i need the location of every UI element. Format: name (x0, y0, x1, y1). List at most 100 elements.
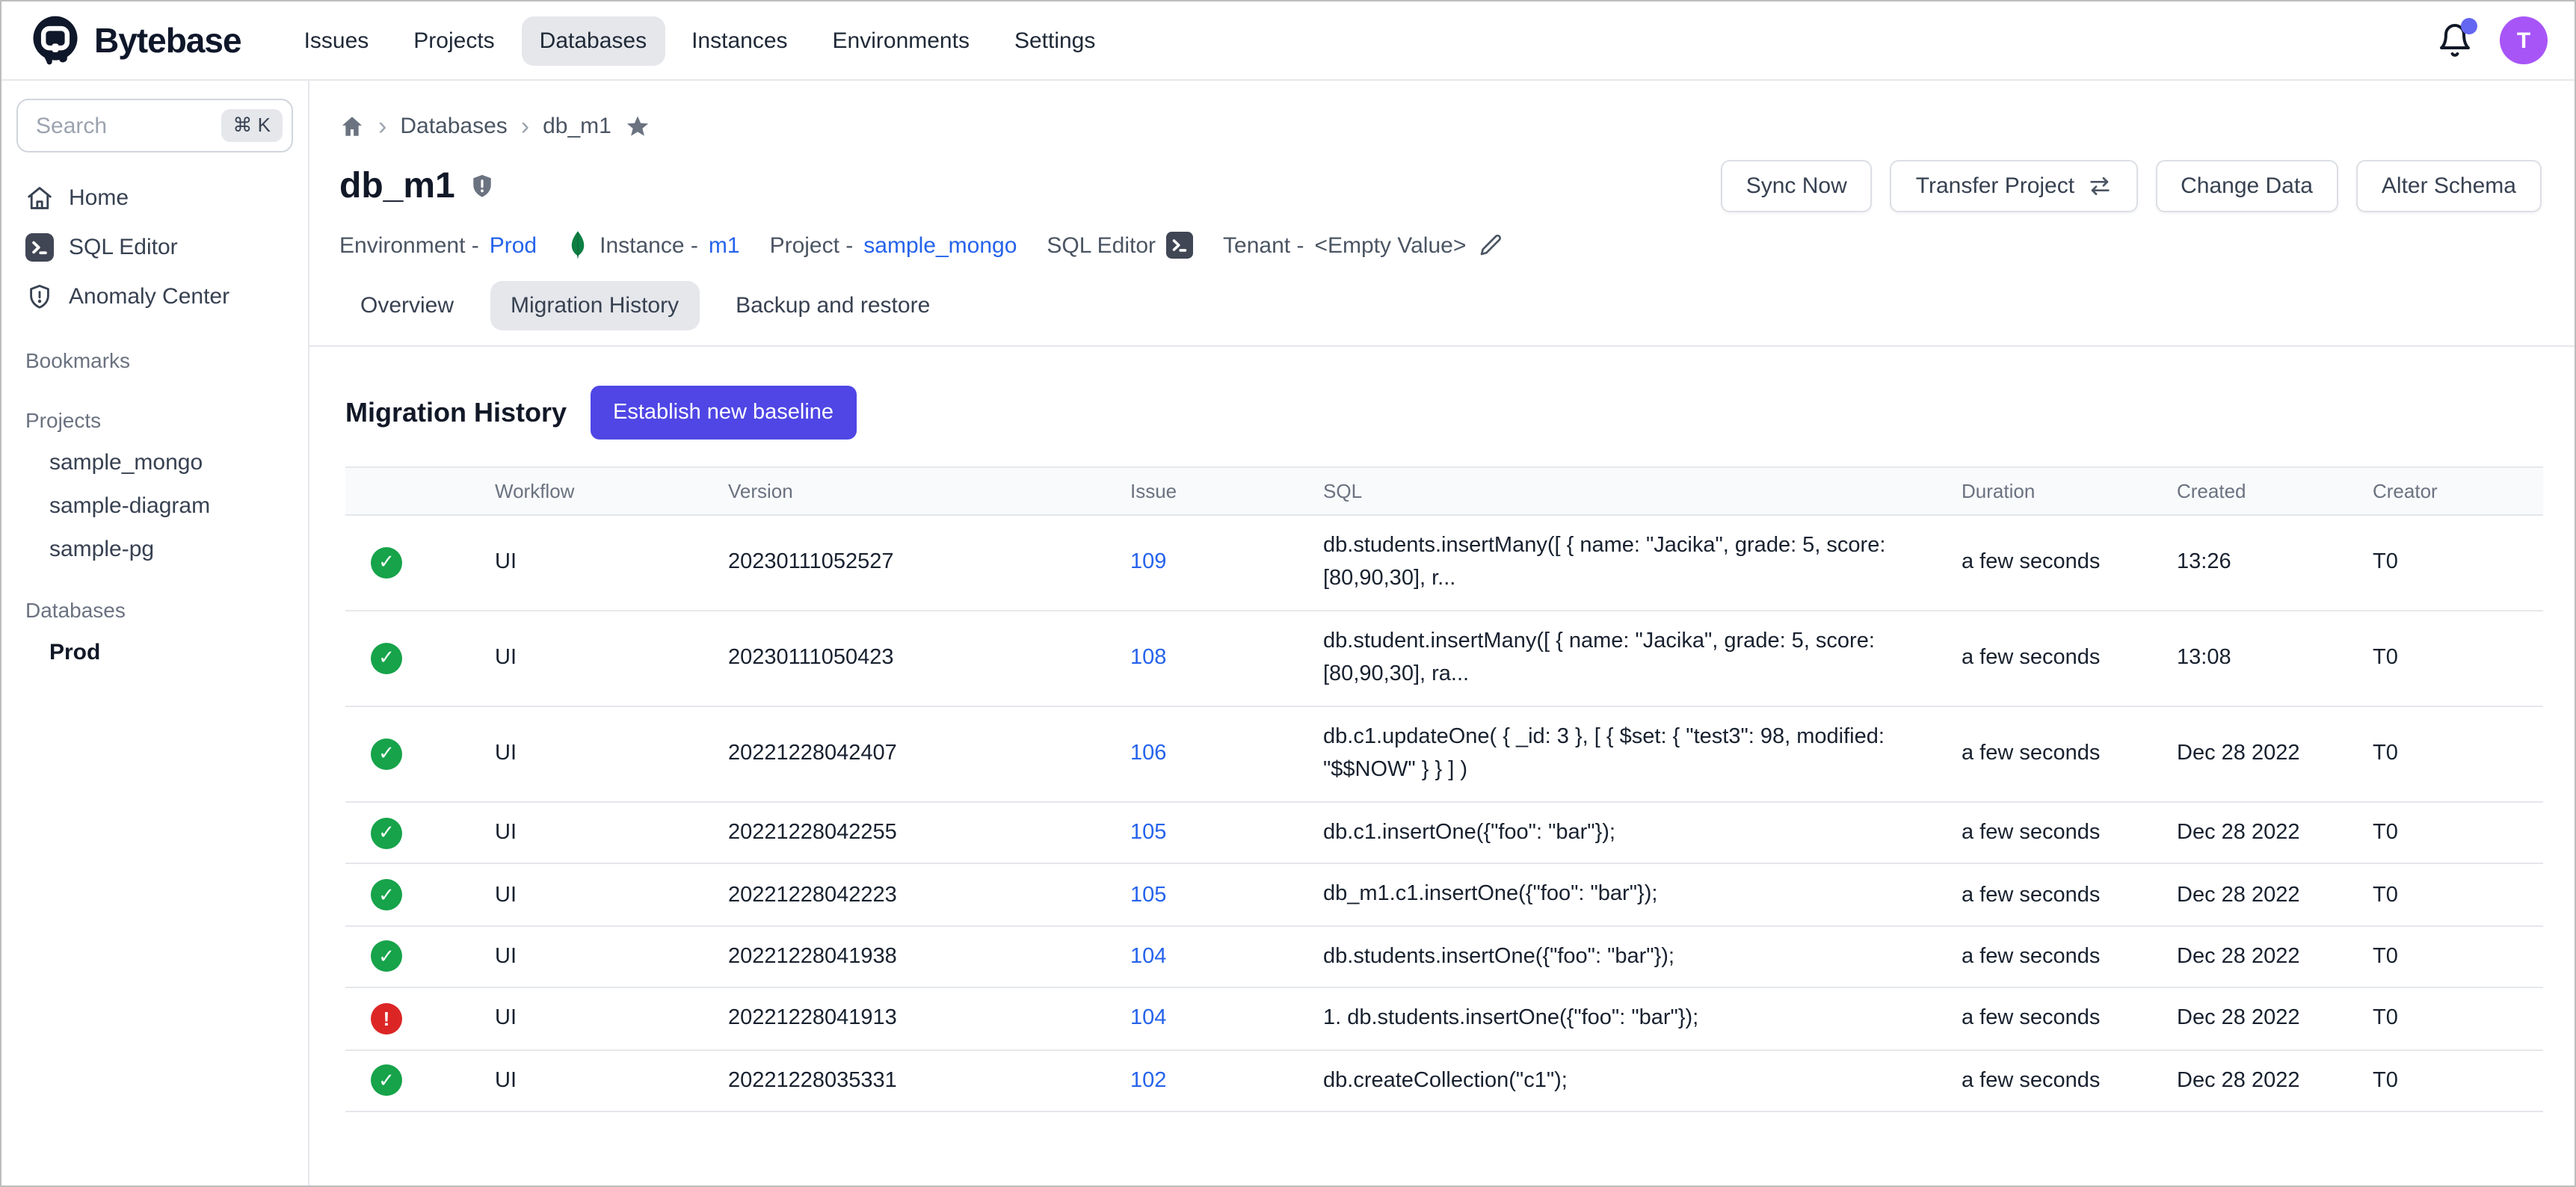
top-nav-menu: Issues Projects Databases Instances Envi… (286, 16, 1114, 65)
transfer-arrows-icon (2086, 173, 2112, 199)
issue-link[interactable]: 104 (1130, 1007, 1166, 1031)
search-box[interactable]: ⌘ K (16, 99, 293, 152)
sql-cell: db_m1.c1.insertOne({"foo": "bar"}); (1308, 864, 1947, 926)
bookmark-star-icon[interactable] (625, 114, 650, 139)
meta-project: Project - sample_mongo (770, 232, 1017, 258)
tenant-value: <Empty Value> (1314, 232, 1466, 258)
success-icon: ✓ (371, 739, 402, 770)
workflow-cell: UI (480, 802, 713, 864)
migration-history-table: WorkflowVersionIssueSQLDurationCreatedCr… (345, 466, 2542, 1112)
top-nav-item[interactable]: Issues (286, 16, 387, 65)
meta-environment: Environment - Prod (339, 232, 537, 258)
duration-cell: a few seconds (1947, 926, 2162, 988)
environment-link[interactable]: Prod (490, 232, 537, 258)
meta-sql-editor[interactable]: SQL Editor (1047, 232, 1193, 259)
establish-baseline-button[interactable]: Establish new baseline (591, 386, 856, 440)
issue-link[interactable]: 104 (1130, 945, 1166, 969)
tab[interactable]: Overview (339, 281, 475, 330)
sql-cell: db.student.insertMany([ { name: "Jacika"… (1308, 611, 1947, 706)
sidebar-item-label: Home (69, 185, 129, 211)
title-row: db_m1 Sync Now Transfer Project (309, 139, 2575, 212)
chevron-right-icon: › (378, 114, 386, 139)
avatar[interactable]: T (2500, 16, 2548, 64)
section-title: Migration History (345, 397, 567, 428)
main-content: › Databases › db_m1 db_m1 Sync Now (309, 81, 2575, 1186)
sidebar-section-databases: Databases (13, 589, 296, 631)
duration-cell: a few seconds (1947, 515, 2162, 611)
sidebar-item-label: Anomaly Center (69, 284, 229, 309)
creator-cell: T0 (2358, 864, 2543, 926)
bytebase-logo[interactable]: Bytebase (28, 13, 241, 67)
workflow-cell: UI (480, 987, 713, 1049)
table-row[interactable]: ✓ ! UI 20221228042407 106 db.c1.updateOn… (345, 706, 2543, 802)
column-header: SQL (1308, 467, 1947, 515)
instance-label: Instance - (600, 232, 698, 258)
top-navbar: Bytebase Issues Projects Databases Insta… (1, 1, 2575, 81)
table-row[interactable]: ✓ ! UI 20221228041913 104 1. db.students… (345, 987, 2543, 1049)
tab[interactable]: Backup and restore (715, 281, 951, 330)
shield-alert-icon (25, 283, 54, 311)
breadcrumb-current: db_m1 (543, 114, 611, 139)
breadcrumb: › Databases › db_m1 (309, 81, 2575, 139)
version-cell: 20230111050423 (713, 611, 1115, 706)
creator-cell: T0 (2358, 1049, 2543, 1112)
creator-cell: T0 (2358, 926, 2543, 988)
sidebar-item-sql-editor[interactable]: SQL Editor (13, 223, 296, 272)
success-icon: ✓ (371, 817, 402, 848)
terminal-icon (25, 233, 54, 262)
creator-cell: T0 (2358, 987, 2543, 1049)
version-cell: 20221228041938 (713, 926, 1115, 988)
issue-link[interactable]: 102 (1130, 1069, 1166, 1093)
sidebar-project-item[interactable]: sample-diagram (13, 484, 296, 528)
breadcrumb-databases[interactable]: Databases (400, 114, 507, 139)
sync-now-button[interactable]: Sync Now (1721, 160, 1873, 212)
table-row[interactable]: ✓ ! UI 20230111052527 109 db.students.in… (345, 515, 2543, 611)
column-header (345, 467, 480, 515)
issue-link[interactable]: 105 (1130, 821, 1166, 845)
created-cell: Dec 28 2022 (2162, 987, 2358, 1049)
notification-bell-icon[interactable] (2437, 22, 2473, 58)
top-nav-item[interactable]: Projects (395, 16, 512, 65)
alter-schema-button[interactable]: Alter Schema (2356, 160, 2542, 212)
top-nav-item[interactable]: Settings (996, 16, 1113, 65)
top-nav-item[interactable]: Instances (674, 16, 805, 65)
sidebar-project-item[interactable]: sample_mongo (13, 441, 296, 484)
success-icon: ✓ (371, 941, 402, 972)
database-name: db_m1 (339, 165, 455, 207)
project-label: Project - (770, 232, 854, 258)
tab[interactable]: Migration History (490, 281, 700, 330)
created-cell: 13:26 (2162, 515, 2358, 611)
change-data-button[interactable]: Change Data (2155, 160, 2338, 212)
search-input[interactable] (33, 111, 221, 140)
sidebar-project-item[interactable]: sample-pg (13, 528, 296, 571)
project-link[interactable]: sample_mongo (863, 232, 1017, 258)
version-cell: 20221228042255 (713, 802, 1115, 864)
table-row[interactable]: ✓ ! UI 20221228035331 102 db.createColle… (345, 1049, 2543, 1112)
sidebar-item-anomaly-center[interactable]: Anomaly Center (13, 272, 296, 321)
meta-tenant: Tenant - <Empty Value> (1223, 232, 1503, 259)
top-nav-item[interactable]: Databases (522, 16, 665, 65)
issue-link[interactable]: 105 (1130, 883, 1166, 907)
action-buttons: Sync Now Transfer Project Change Data Al… (1721, 160, 2542, 212)
table-row[interactable]: ✓ ! UI 20230111050423 108 db.student.ins… (345, 611, 2543, 706)
table-row[interactable]: ✓ ! UI 20221228042255 105 db.c1.insertOn… (345, 802, 2543, 864)
breadcrumb-home-icon[interactable] (339, 114, 365, 139)
table-row[interactable]: ✓ ! UI 20221228042223 105 db_m1.c1.inser… (345, 864, 2543, 926)
database-meta-row: Environment - Prod Instance - m1 Project… (309, 212, 2575, 260)
sidebar-database-item[interactable]: Prod (13, 631, 296, 674)
column-header: Issue (1115, 467, 1308, 515)
issue-link[interactable]: 108 (1130, 647, 1166, 670)
instance-link[interactable]: m1 (709, 232, 740, 258)
terminal-icon[interactable] (1166, 232, 1193, 259)
issue-link[interactable]: 109 (1130, 551, 1166, 575)
edit-pencil-icon[interactable] (1476, 232, 1503, 259)
creator-cell: T0 (2358, 802, 2543, 864)
top-nav-item[interactable]: Environments (815, 16, 987, 65)
issue-link[interactable]: 106 (1130, 742, 1166, 766)
workflow-cell: UI (480, 706, 713, 802)
sidebar-item-home[interactable]: Home (13, 173, 296, 223)
logo-text: Bytebase (94, 20, 241, 61)
search-shortcut-badge: ⌘ K (221, 109, 283, 142)
table-row[interactable]: ✓ ! UI 20221228041938 104 db.students.in… (345, 926, 2543, 988)
transfer-project-button[interactable]: Transfer Project (1891, 160, 2137, 212)
